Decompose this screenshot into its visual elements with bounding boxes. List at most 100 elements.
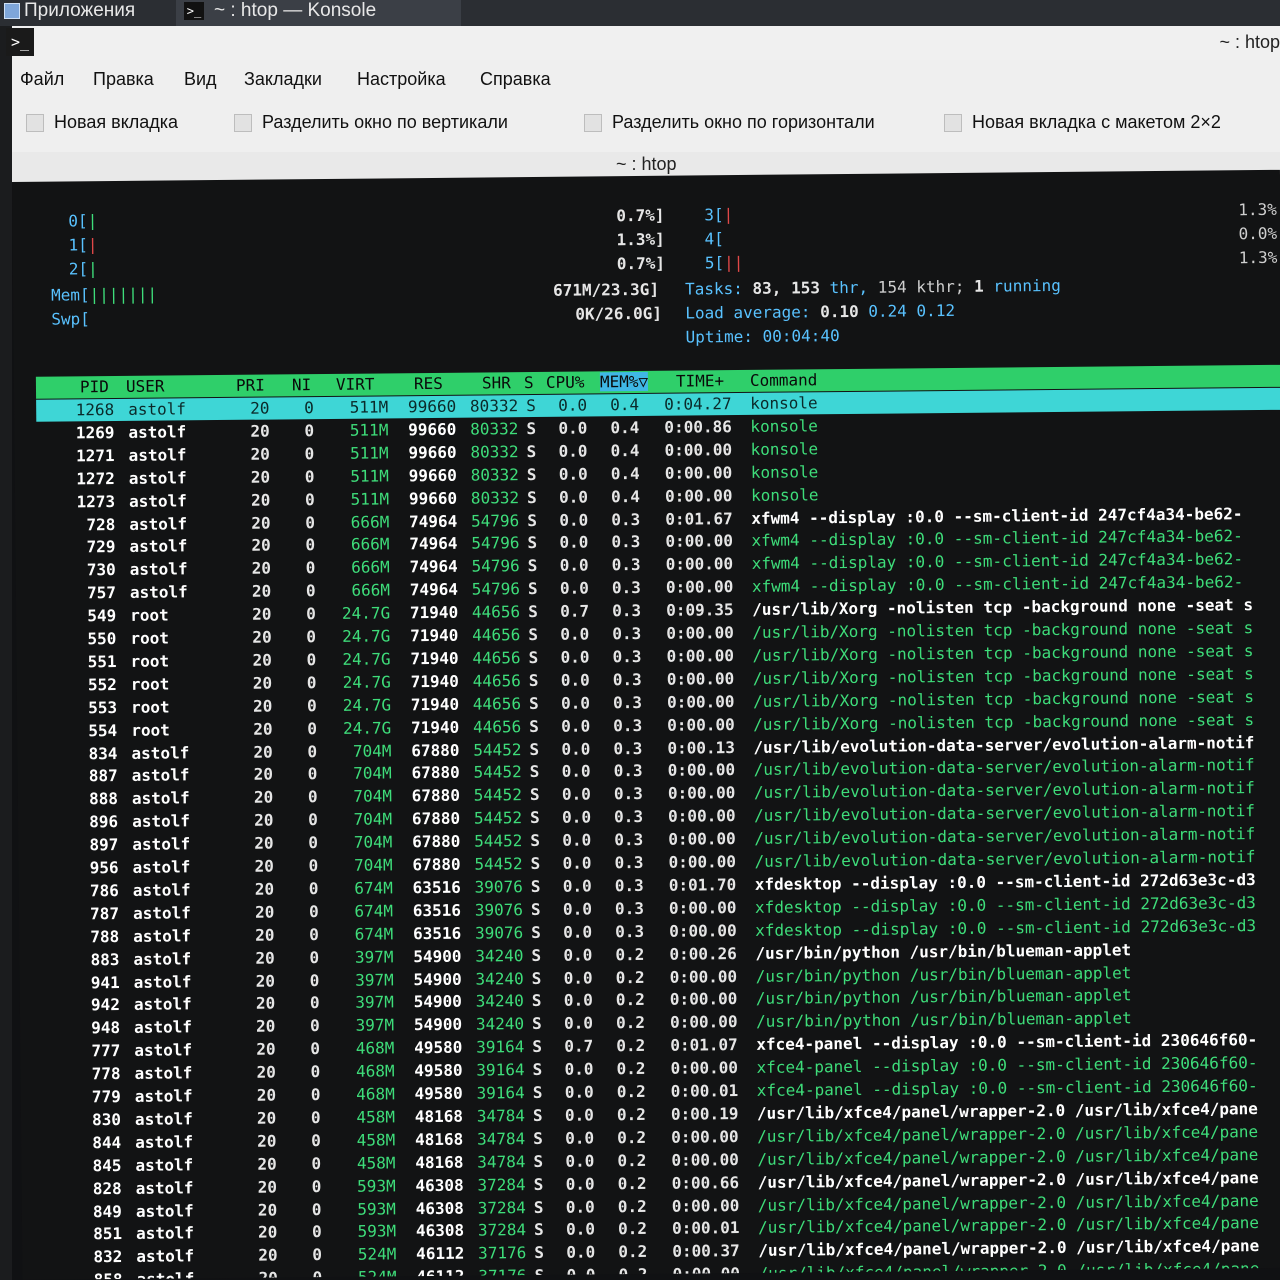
cell-pri: 20 [251, 535, 271, 556]
cpu-meter-1: 1[| [68, 235, 98, 255]
cell-shr: 54452 [473, 785, 522, 805]
cell-virt: 593M [357, 1175, 396, 1196]
column-command[interactable]: Command [750, 370, 818, 390]
cell-shr: 54796 [471, 556, 520, 576]
desktop-panel: Приложения >_ ~ : htop — Konsole [0, 0, 1280, 26]
menu-settings[interactable]: Настройка [357, 69, 446, 90]
cpu-meter-0: 0[| [68, 211, 98, 231]
cell-ni: 0 [305, 558, 316, 578]
cell-pid: 730 [86, 560, 116, 580]
applications-menu[interactable]: Приложения [4, 0, 135, 22]
column-pri[interactable]: PRI [236, 376, 265, 395]
cell-pri: 20 [253, 787, 274, 808]
menu-edit[interactable]: Правка [93, 69, 154, 90]
cell-state: S [531, 922, 541, 942]
cell-time: 0:04.27 [664, 394, 732, 414]
cell-res: 54900 [413, 992, 462, 1012]
cell-shr: 44656 [471, 602, 521, 622]
new-tab-button[interactable]: Новая вкладка [26, 112, 178, 133]
cell-shr: 37284 [477, 1174, 526, 1195]
cell-cpu: 0.0 [566, 1265, 596, 1280]
cell-pri: 20 [251, 581, 272, 601]
column-state[interactable]: S [524, 373, 534, 392]
tab-htop[interactable]: ~ : htop [616, 154, 677, 175]
cell-pri: 20 [254, 902, 275, 922]
cell-state: S [526, 464, 537, 484]
column-cpu[interactable]: CPU% [546, 373, 585, 392]
cell-res: 71940 [410, 648, 459, 669]
cell-pid: 942 [90, 995, 120, 1015]
cell-state: S [528, 624, 539, 645]
cell-pid: 552 [87, 674, 117, 695]
cell-pid: 858 [93, 1270, 123, 1280]
terminal-area[interactable]: 0[| 0.7%] 1[| 1.3%] 2[| 0.7%] 3[| 1.3% 4… [12, 169, 1280, 1280]
cell-time: 0:00.00 [671, 1195, 740, 1216]
cell-shr: 39076 [474, 877, 523, 897]
cell-virt: 511M [349, 397, 389, 417]
column-user[interactable]: USER [126, 377, 165, 396]
column-ni[interactable]: NI [292, 375, 311, 394]
cell-ni: 0 [310, 1085, 321, 1105]
window-titlebar[interactable]: >_ ~ : htop [6, 26, 1280, 60]
cell-ni: 0 [308, 901, 319, 921]
cell-virt: 593M [357, 1221, 397, 1242]
cell-ni: 0 [304, 489, 315, 509]
cell-pri: 20 [254, 810, 274, 830]
cell-pri: 20 [252, 627, 272, 647]
cell-pid: 729 [86, 537, 116, 557]
menu-view[interactable]: Вид [184, 69, 217, 90]
column-shr[interactable]: SHR [482, 373, 511, 392]
split-vertical-label: Разделить окно по вертикали [262, 112, 508, 132]
cell-res: 99660 [407, 396, 457, 417]
cell-mem: 0.3 [614, 830, 644, 850]
menu-help[interactable]: Справка [480, 69, 551, 90]
cell-shr: 39164 [476, 1037, 525, 1057]
cell-pri: 20 [254, 833, 274, 853]
cell-pri: 20 [254, 879, 275, 899]
cell-state: S [526, 418, 537, 438]
cell-state: S [532, 1060, 543, 1080]
split-horizontal-button[interactable]: Разделить окно по горизонтали [584, 112, 875, 133]
cell-mem: 0.4 [610, 394, 640, 415]
cell-shr: 37176 [478, 1243, 527, 1263]
cell-ni: 0 [310, 1062, 321, 1082]
new-tab-grid-button[interactable]: Новая вкладка с макетом 2×2 [944, 112, 1221, 133]
column-mem-sorted[interactable]: MEM%▽ [599, 371, 649, 392]
menu-bookmarks[interactable]: Закладки [244, 69, 322, 90]
cell-mem: 0.3 [615, 921, 645, 941]
cell-command: /usr/bin/python /usr/bin/blueman-applet [756, 1008, 1132, 1032]
cell-virt: 666M [351, 557, 390, 578]
cell-time: 0:00.00 [666, 623, 734, 643]
cell-pri: 20 [250, 444, 270, 464]
cell-state: S [531, 968, 542, 988]
cell-shr: 37284 [477, 1197, 526, 1218]
cell-mem: 0.2 [615, 967, 645, 987]
cell-virt: 24.7G [342, 695, 392, 715]
cell-mem: 0.3 [611, 578, 641, 598]
column-pid[interactable]: PID [80, 377, 109, 396]
cell-time: 0:00.00 [669, 966, 738, 987]
taskbar-item-konsole[interactable]: >_ ~ : htop — Konsole [176, 0, 461, 26]
cell-state: S [527, 533, 538, 553]
cell-virt: 511M [350, 488, 390, 509]
column-virt[interactable]: VIRT [336, 375, 375, 394]
cell-shr: 54452 [473, 739, 522, 760]
column-res[interactable]: RES [414, 374, 443, 393]
menu-file[interactable]: Файл [20, 69, 64, 90]
cell-cpu: 0.0 [561, 761, 591, 782]
split-vertical-button[interactable]: Разделить окно по вертикали [234, 112, 508, 133]
cell-time: 0:00.37 [672, 1241, 740, 1262]
cell-virt: 24.7G [341, 603, 391, 623]
cpu-meter-3: 3[| [704, 205, 734, 225]
column-time[interactable]: TIME+ [676, 371, 724, 390]
cell-user: astolf [131, 742, 190, 763]
cell-state: S [530, 899, 541, 919]
cell-res: 67880 [411, 740, 460, 760]
cell-virt: 524M [357, 1244, 397, 1265]
cell-ni: 0 [307, 764, 318, 784]
cell-command: xfwm4 --display :0.0 --sm-client-id 247c… [751, 572, 1244, 597]
cell-pri: 20 [257, 1200, 278, 1220]
cell-state: S [531, 991, 542, 1011]
cell-shr: 54452 [473, 762, 522, 782]
cell-mem: 0.2 [617, 1150, 647, 1170]
